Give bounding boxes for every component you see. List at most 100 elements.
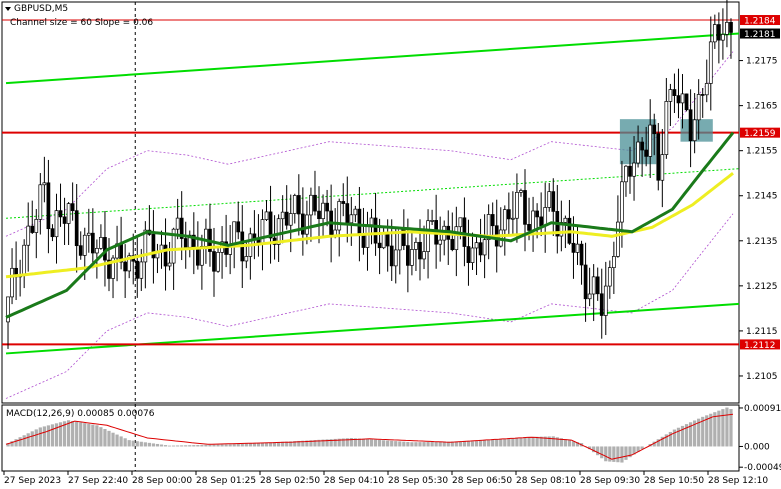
- candle-body: [22, 244, 27, 276]
- candle-body: [393, 249, 398, 267]
- candle-body: [644, 149, 649, 157]
- candle-body: [462, 217, 467, 247]
- candle-body: [268, 211, 273, 239]
- candle-body: [688, 109, 693, 142]
- candle-body: [438, 239, 443, 245]
- candle-body: [725, 21, 729, 35]
- macd-label: MACD(12,26,9) 0.00085 0.00076: [6, 409, 155, 419]
- candle-body: [204, 228, 208, 247]
- candle-body: [78, 245, 83, 256]
- candle-body: [612, 256, 616, 268]
- candle-body: [458, 217, 463, 228]
- candle-body: [575, 243, 580, 253]
- x-tick-label: 28 Sep 12:10: [708, 476, 768, 486]
- x-tick-label: 28 Sep 05:30: [388, 476, 448, 486]
- symbol-title: GBPUSD,M5: [14, 4, 68, 14]
- candle-body: [648, 124, 653, 157]
- macd-tick-label: -0.00049: [744, 463, 781, 473]
- price-tag-label: 1.2159: [744, 129, 776, 139]
- candle-body: [490, 214, 495, 227]
- candle-body: [30, 225, 35, 233]
- candle-body: [74, 210, 79, 247]
- candle-body: [591, 276, 596, 295]
- candle-body: [143, 229, 148, 263]
- candle-body: [579, 243, 584, 266]
- candle-body: [660, 154, 665, 181]
- x-tick-label: 28 Sep 00:00: [132, 476, 192, 486]
- candle-body: [58, 210, 63, 218]
- candle-body: [721, 34, 725, 41]
- candle-body: [406, 245, 410, 266]
- candle-body: [309, 194, 313, 216]
- candle-body: [288, 213, 293, 226]
- candle-body: [369, 217, 374, 226]
- candle-body: [317, 210, 321, 220]
- candle-body: [729, 21, 733, 33]
- candle-body: [664, 101, 669, 155]
- candle-body: [296, 195, 301, 215]
- candle-body: [195, 246, 200, 266]
- x-tick-label: 28 Sep 01:25: [196, 476, 256, 486]
- x-tick-label: 28 Sep 04:10: [324, 476, 384, 486]
- candle-body: [506, 209, 511, 220]
- candle-body: [183, 238, 188, 248]
- x-tick-label: 28 Sep 10:50: [644, 476, 704, 486]
- macd-tick-label: 0.00091: [744, 404, 781, 414]
- candle-body: [163, 244, 168, 267]
- candle-body: [470, 247, 475, 263]
- candle-body: [543, 207, 548, 227]
- candle-body: [260, 219, 265, 245]
- candle-body: [535, 210, 539, 218]
- main-plot-frame: [1, 1, 740, 404]
- candle-body: [684, 93, 689, 111]
- x-tick-label: 28 Sep 09:30: [580, 476, 640, 486]
- candle-body: [373, 217, 378, 244]
- candle-body: [34, 219, 39, 233]
- candle-body: [620, 181, 624, 223]
- candle-body: [301, 213, 305, 235]
- candle-body: [676, 95, 681, 104]
- candle-body: [632, 162, 636, 177]
- candle-body: [656, 133, 661, 181]
- candle-body: [349, 214, 354, 224]
- candle-body: [341, 201, 346, 204]
- y-tick-label: 1.2165: [746, 102, 778, 112]
- candle-body: [511, 217, 515, 220]
- candle-body: [502, 209, 507, 231]
- candle-body: [216, 252, 220, 272]
- candle-body: [410, 249, 414, 266]
- candle-body: [539, 216, 544, 227]
- candle-body: [305, 214, 309, 235]
- y-tick-label: 1.2135: [746, 237, 778, 247]
- candle-body: [292, 195, 297, 214]
- candle-body: [337, 201, 342, 231]
- candle-body: [90, 232, 95, 254]
- candle-body: [353, 208, 358, 216]
- candle-body: [636, 141, 640, 164]
- candle-body: [603, 285, 608, 316]
- candle-body: [430, 220, 434, 222]
- candle-body: [357, 208, 362, 235]
- candle-body: [531, 210, 535, 231]
- channel-info: Channel size = 60 Slope = 0.06: [10, 18, 153, 28]
- candle-body: [595, 276, 600, 295]
- candle-body: [640, 141, 644, 151]
- signal-highlight-box: [680, 119, 713, 142]
- candle-body: [668, 89, 673, 102]
- candle-body: [175, 217, 180, 230]
- candle-body: [167, 262, 172, 267]
- candle-body: [10, 267, 14, 298]
- candle-body: [704, 83, 709, 96]
- candle-body: [95, 247, 99, 254]
- candle-body: [236, 221, 241, 233]
- candle-body: [46, 182, 51, 230]
- candle-body: [70, 203, 75, 212]
- candle-body: [414, 241, 418, 250]
- candle-body: [284, 211, 289, 226]
- price-tag-label: 1.2181: [744, 30, 776, 40]
- candle-body: [466, 246, 471, 263]
- candle-body: [99, 237, 103, 249]
- x-tick-label: 28 Sep 02:50: [260, 476, 320, 486]
- candle-body: [482, 239, 487, 256]
- candle-body: [377, 242, 382, 249]
